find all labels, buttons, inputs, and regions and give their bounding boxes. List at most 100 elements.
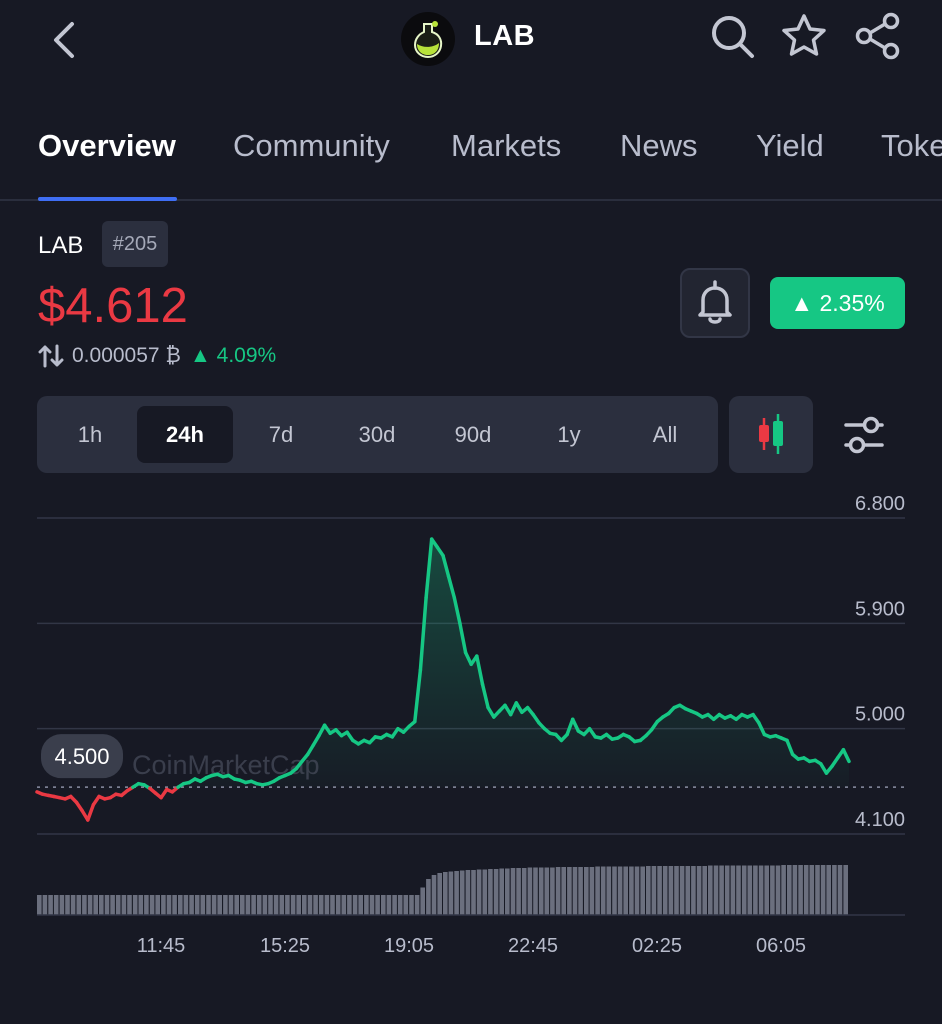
volume-bar bbox=[730, 865, 736, 915]
volume-bar bbox=[471, 870, 476, 915]
volume-bar bbox=[256, 895, 262, 915]
star-icon[interactable] bbox=[780, 12, 828, 60]
x-tick-label: 22:45 bbox=[508, 935, 558, 957]
coin-logo bbox=[401, 12, 455, 66]
volume-bar bbox=[741, 865, 747, 915]
btc-change-value: 4.09% bbox=[216, 344, 277, 367]
volume-bar bbox=[499, 868, 504, 915]
volume-bar bbox=[572, 867, 578, 915]
tab-community[interactable]: Community bbox=[233, 128, 390, 164]
volume-bar bbox=[612, 866, 617, 915]
range-7d[interactable]: 7d bbox=[233, 406, 329, 463]
volume-bar bbox=[533, 867, 538, 915]
tab-news[interactable]: News bbox=[620, 128, 698, 164]
chart-settings-icon[interactable] bbox=[836, 410, 892, 460]
range-30d[interactable]: 30d bbox=[329, 406, 425, 463]
volume-bar bbox=[245, 895, 251, 915]
volume-bar bbox=[753, 865, 758, 915]
volume-bar bbox=[843, 865, 848, 915]
price-chart[interactable]: 6.8005.9005.0004.100CoinMarketCap4.50011… bbox=[0, 490, 942, 970]
back-arrow-icon[interactable] bbox=[46, 18, 86, 62]
volume-bar bbox=[211, 895, 217, 915]
triangle-up-icon: ▲ bbox=[790, 290, 814, 316]
volume-bar bbox=[330, 895, 335, 915]
volume-bar bbox=[87, 895, 93, 915]
volume-bar bbox=[724, 865, 730, 915]
volume-bar bbox=[166, 895, 172, 915]
volume-bar bbox=[691, 866, 696, 915]
volume-bar bbox=[200, 895, 206, 915]
coin-symbol: LAB bbox=[38, 232, 84, 259]
tab-yield[interactable]: Yield bbox=[756, 128, 824, 164]
volume-bar bbox=[65, 895, 70, 915]
volume-bar bbox=[76, 895, 82, 915]
range-all[interactable]: All bbox=[617, 406, 713, 463]
range-90d[interactable]: 90d bbox=[425, 406, 521, 463]
volume-bar bbox=[206, 895, 211, 915]
volume-bar bbox=[600, 866, 606, 915]
volume-bar bbox=[798, 865, 803, 915]
range-1h[interactable]: 1h bbox=[42, 406, 138, 463]
volume-bar bbox=[115, 895, 121, 915]
volume-bar bbox=[302, 895, 307, 915]
volume-bar bbox=[217, 895, 222, 915]
volume-bar bbox=[482, 869, 488, 915]
volume-bar bbox=[251, 895, 256, 915]
share-icon[interactable] bbox=[854, 12, 902, 60]
volume-bar bbox=[364, 895, 369, 915]
volume-bar bbox=[702, 866, 707, 915]
volume-bar bbox=[787, 865, 792, 915]
price-line-segment bbox=[86, 802, 96, 822]
volume-bar bbox=[595, 866, 600, 915]
volume-bar bbox=[48, 895, 53, 915]
volume-bar bbox=[132, 895, 138, 915]
triangle-up-icon: ▲ bbox=[190, 344, 211, 367]
volume-bar bbox=[93, 895, 98, 915]
volume-bar bbox=[409, 895, 414, 915]
volume-bar bbox=[431, 875, 437, 915]
volume-bar bbox=[369, 895, 375, 915]
volume-bar bbox=[820, 865, 826, 915]
volume-bar bbox=[657, 866, 662, 915]
volume-bar bbox=[589, 867, 595, 915]
volume-bar bbox=[736, 865, 741, 915]
volume-bar bbox=[155, 895, 160, 915]
volume-bar bbox=[392, 895, 397, 915]
tab-markets[interactable]: Markets bbox=[451, 128, 561, 164]
volume-bar bbox=[708, 865, 713, 915]
volume-bar bbox=[381, 895, 386, 915]
volume-bar bbox=[617, 866, 623, 915]
search-icon[interactable] bbox=[708, 12, 756, 60]
range-1y[interactable]: 1y bbox=[521, 406, 617, 463]
volume-bar bbox=[640, 866, 645, 915]
volume-bar bbox=[228, 895, 234, 915]
volume-bar bbox=[420, 887, 425, 915]
volume-bar bbox=[324, 895, 330, 915]
volume-bar bbox=[538, 867, 544, 915]
volume-bar bbox=[747, 865, 753, 915]
volume-bar bbox=[476, 869, 482, 915]
volume-bar bbox=[493, 869, 499, 915]
tab-overview[interactable]: Overview bbox=[38, 128, 176, 164]
volume-bar bbox=[307, 895, 313, 915]
volume-bar bbox=[815, 865, 820, 915]
price-alert-button[interactable] bbox=[680, 268, 750, 338]
volume-bar bbox=[194, 895, 200, 915]
volume-bar bbox=[37, 895, 42, 915]
candlestick-icon bbox=[759, 414, 783, 454]
y-tick-label: 6.800 bbox=[855, 493, 905, 515]
change-24h-value: 2.35% bbox=[819, 290, 885, 316]
rank-badge: #205 bbox=[102, 221, 168, 267]
volume-bar bbox=[550, 867, 555, 915]
candlestick-toggle-button[interactable] bbox=[729, 396, 813, 473]
volume-bar bbox=[70, 895, 76, 915]
range-24h[interactable]: 24h bbox=[137, 406, 233, 463]
volume-bar bbox=[679, 866, 685, 915]
volume-bar bbox=[161, 895, 166, 915]
volume-bar bbox=[386, 895, 392, 915]
tab-tokens[interactable]: Toke bbox=[881, 128, 942, 164]
volume-bar bbox=[347, 895, 352, 915]
volume-bar bbox=[172, 895, 177, 915]
bell-icon bbox=[698, 280, 732, 324]
volume-bar bbox=[403, 895, 409, 915]
